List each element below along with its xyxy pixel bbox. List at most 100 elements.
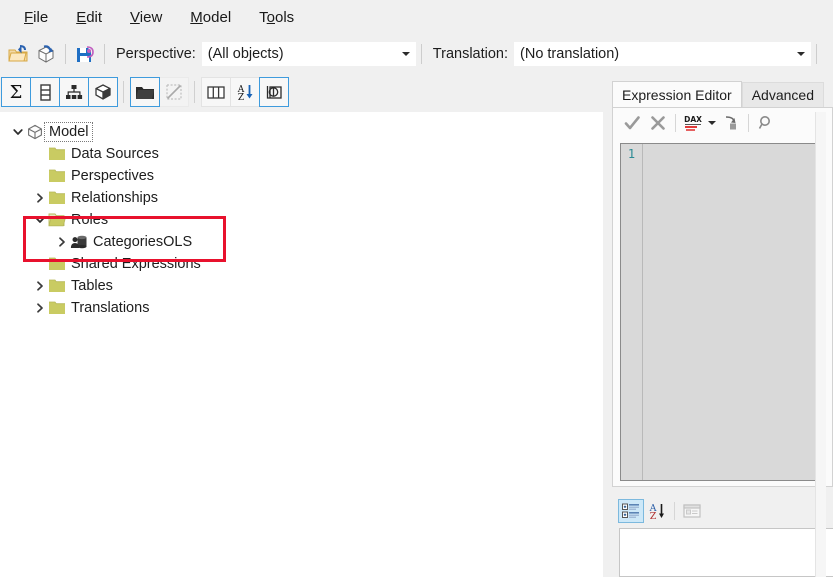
dax-format-icon: DAX <box>684 115 702 131</box>
menu-model-mnemonic: M <box>190 9 203 26</box>
folder-icon <box>49 257 65 270</box>
tab-advanced[interactable]: Advanced <box>741 82 824 107</box>
tree-node-perspectives[interactable]: Perspectives <box>0 165 603 187</box>
dax-formatter-dropdown[interactable] <box>706 111 718 135</box>
model-tree-panel[interactable]: Model Data Sources Perspectives Relationshi… <box>0 112 603 577</box>
properties-grid[interactable] <box>619 528 833 577</box>
tree-node-relationships[interactable]: Relationships <box>0 187 603 209</box>
toolbar-separator-3 <box>420 44 422 64</box>
show-columns-button[interactable] <box>201 77 231 107</box>
table-columns-icon <box>207 86 225 99</box>
alphabetical-sort-button[interactable]: A Z <box>644 499 670 523</box>
chevron-right-icon[interactable] <box>34 280 46 292</box>
folder-icon <box>49 279 65 292</box>
categorized-icon <box>622 503 639 518</box>
folder-icon <box>49 301 65 314</box>
vertical-splitter[interactable] <box>603 112 612 577</box>
folder-icon <box>49 147 65 160</box>
menu-edit-mnemonic: E <box>76 9 87 26</box>
show-hidden-button[interactable] <box>259 77 289 107</box>
tree-node-tables[interactable]: Tables <box>0 275 603 297</box>
properties-separator <box>674 502 675 520</box>
tree-node-model[interactable]: Model <box>0 121 603 143</box>
tree-node-roles-expander[interactable] <box>32 209 48 231</box>
no-chevron-icon <box>34 170 46 182</box>
new-hierarchy-button[interactable] <box>59 77 89 107</box>
chevron-right-icon[interactable] <box>34 302 46 314</box>
menu-item-edit[interactable]: Edit <box>62 4 116 32</box>
menu-edit-post: dit <box>86 9 103 26</box>
chevron-down-icon[interactable] <box>12 126 24 138</box>
dax-formatter-button[interactable]: DAX <box>680 111 706 135</box>
perspective-value: (All objects) <box>207 46 284 62</box>
perspective-chevron-down-icon[interactable] <box>397 43 415 65</box>
save-icon[interactable] <box>71 40 99 68</box>
tree-node-translations[interactable]: Translations <box>0 297 603 319</box>
tree-node-roles-label: Roles <box>71 212 109 228</box>
indent-expression-button[interactable] <box>718 111 744 135</box>
tree-node-relationships-label: Relationships <box>71 190 159 206</box>
search-icon <box>758 116 770 129</box>
tree-node-shared-expressions-label: Shared Expressions <box>71 256 201 272</box>
expression-editor-toolbar: DAX <box>613 108 832 138</box>
chevron-down-icon[interactable] <box>34 214 46 226</box>
menu-tools-mnemonic: o <box>266 9 275 26</box>
code-text[interactable] <box>643 144 825 480</box>
accept-expression-button[interactable] <box>619 111 645 135</box>
property-pages-button[interactable] <box>679 499 705 523</box>
tree-node-tables-expander[interactable] <box>32 275 48 297</box>
new-column-button[interactable] <box>30 77 60 107</box>
chevron-down-icon <box>708 121 716 125</box>
menu-item-file[interactable]: File <box>10 4 62 32</box>
tree-node-roles-icon-wrap <box>48 211 66 229</box>
model-tree[interactable]: Model Data Sources Perspectives Relationshi… <box>0 112 603 319</box>
svg-text:Z: Z <box>238 93 244 102</box>
model-cube-icon <box>28 124 42 140</box>
dax-code-editor[interactable]: 1 <box>620 143 826 481</box>
menu-item-model[interactable]: Model <box>176 4 245 32</box>
tree-node-model-expander[interactable] <box>10 121 26 143</box>
role-icon <box>70 235 87 249</box>
sort-az-icon: A Z <box>649 503 664 521</box>
folder-open-icon <box>48 213 66 227</box>
tree-node-categoriesols[interactable]: CategoriesOLS <box>0 231 603 253</box>
chevron-right-icon[interactable] <box>56 236 68 248</box>
folder-icon <box>49 169 65 182</box>
expression-properties-panel: Expression Editor Advanced DAX 1 A Z <box>612 81 833 577</box>
refresh-model-icon[interactable] <box>32 40 60 68</box>
tree-node-model-label: Model <box>44 122 93 142</box>
tab-expression-editor[interactable]: Expression Editor <box>612 81 742 107</box>
menu-tools-post: ols <box>275 9 295 26</box>
sort-alpha-button[interactable]: A Z <box>230 77 260 107</box>
sort-az-icon: A Z <box>237 85 253 102</box>
translation-chevron-down-icon[interactable] <box>792 43 810 65</box>
tree-node-roles[interactable]: Roles <box>0 209 603 231</box>
tree-node-categoriesols-expander[interactable] <box>54 231 70 253</box>
new-folder-button[interactable] <box>130 77 160 107</box>
chevron-right-icon[interactable] <box>34 192 46 204</box>
perspective-combo[interactable]: (All objects) <box>201 42 416 66</box>
categorized-view-button[interactable] <box>618 499 644 523</box>
tree-node-tables-label: Tables <box>71 278 113 294</box>
new-measure-button[interactable]: Σ <box>1 77 31 107</box>
tab-expression-editor-label: Expression Editor <box>622 86 732 103</box>
tree-node-relationships-expander[interactable] <box>32 187 48 209</box>
translation-combo[interactable]: (No translation) <box>514 42 812 66</box>
tree-node-shared-expressions[interactable]: Shared Expressions <box>0 253 603 275</box>
new-relationship-button[interactable] <box>159 77 189 107</box>
no-chevron-icon <box>34 148 46 160</box>
folder-icon <box>136 87 154 99</box>
toolbar-separator-2 <box>104 44 105 64</box>
cancel-expression-button[interactable] <box>645 111 671 135</box>
find-button[interactable] <box>753 111 779 135</box>
menu-item-tools[interactable]: Tools <box>245 4 308 32</box>
menu-view-mnemonic: V <box>130 9 140 26</box>
menu-item-view[interactable]: View <box>116 4 176 32</box>
tree-node-data-sources[interactable]: Data Sources <box>0 143 603 165</box>
tree-node-translations-expander[interactable] <box>32 297 48 319</box>
right-panel-scrollbar[interactable] <box>815 112 826 577</box>
open-folder-icon[interactable] <box>4 40 32 68</box>
tree-node-shared-expressions-expander <box>32 253 48 275</box>
new-calc-item-button[interactable] <box>88 77 118 107</box>
tree-node-translations-label: Translations <box>71 300 150 316</box>
